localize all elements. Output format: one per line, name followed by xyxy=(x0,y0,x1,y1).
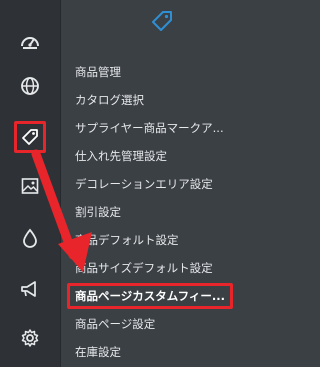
menu-item[interactable]: デコレーションエリア設定 xyxy=(75,176,240,192)
menu-item[interactable]: 商品管理 xyxy=(75,64,240,80)
menu-item[interactable]: カタログ選択 xyxy=(75,92,240,108)
image-icon[interactable] xyxy=(16,172,44,200)
menu-item[interactable]: サプライヤー商品マークア... xyxy=(75,120,240,136)
menu-item-selected[interactable]: 商品ページカスタムフィー... xyxy=(67,283,233,309)
dashboard-icon[interactable] xyxy=(16,28,44,56)
menu-item[interactable]: 商品ページ設定 xyxy=(75,316,240,332)
tag-icon[interactable] xyxy=(14,121,46,153)
menu-item[interactable]: 商品デフォルト設定 xyxy=(75,232,240,248)
menu-item[interactable]: 仕入れ先管理設定 xyxy=(75,148,240,164)
globe-icon[interactable] xyxy=(16,72,44,100)
menu-item[interactable]: 在庫設定 xyxy=(75,344,240,360)
menu-item[interactable]: 商品サイズデフォルト設定 xyxy=(75,260,240,276)
tag-icon xyxy=(149,8,175,34)
droplet-icon[interactable] xyxy=(16,224,44,252)
megaphone-icon[interactable] xyxy=(16,275,44,303)
icon-rail xyxy=(0,0,61,367)
menu-item[interactable]: 割引設定 xyxy=(75,204,240,220)
settings-menu-panel: 商品管理 カタログ選択 サプライヤー商品マークア... 仕入れ先管理設定 デコレ… xyxy=(61,0,242,367)
gear-icon[interactable] xyxy=(16,324,44,352)
